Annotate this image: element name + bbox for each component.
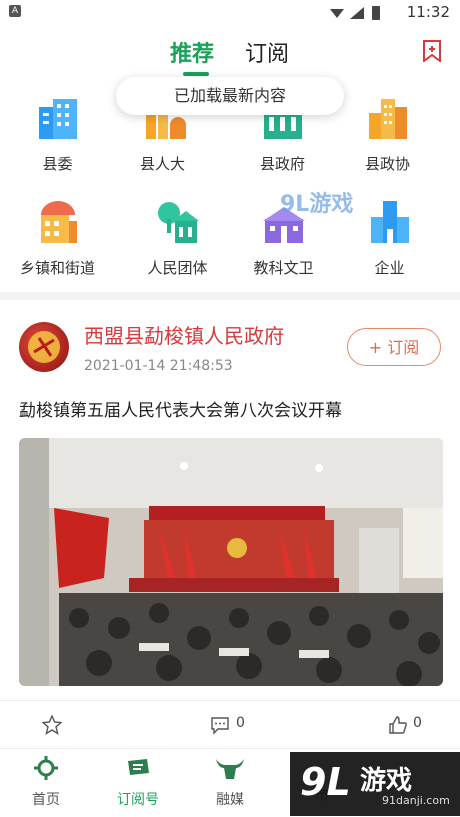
- avatar[interactable]: [19, 322, 69, 372]
- watermark-overlay: 9L 游戏 91danji.com: [290, 752, 460, 816]
- category-towns-streets[interactable]: 乡镇和街道: [0, 199, 115, 278]
- subscribe-button[interactable]: + 订阅: [347, 328, 441, 366]
- section-divider: [0, 292, 460, 300]
- subscription-icon: [128, 759, 149, 775]
- status-bar: A 11:32: [0, 0, 460, 24]
- refresh-toast: 已加载最新内容: [116, 77, 344, 115]
- tab-recommend[interactable]: 推荐: [170, 36, 214, 68]
- nav-home[interactable]: 首页: [0, 755, 92, 809]
- comment-icon[interactable]: [210, 715, 230, 735]
- category-label: 教科文卫: [253, 259, 314, 277]
- clock: 11:32: [406, 3, 450, 21]
- tree-house-green-icon: [157, 202, 199, 243]
- category-label: 县人大: [139, 155, 185, 173]
- comment-count: 0: [236, 715, 245, 731]
- emblem-icon: [28, 331, 60, 363]
- top-tabs: 推荐 订阅: [0, 24, 460, 84]
- home-gear-icon: [34, 756, 58, 780]
- category-peoples-groups[interactable]: 人民团体: [120, 199, 235, 278]
- factory-blue-icon: [370, 201, 409, 243]
- publisher-name[interactable]: 西盟县勐梭镇人民政府: [84, 320, 284, 349]
- watermark-logo: 9L: [300, 760, 351, 804]
- bull-head-icon: [216, 759, 244, 779]
- nav-label: 首页: [32, 792, 60, 808]
- nav-label: 订阅号: [117, 792, 159, 808]
- category-county-committee[interactable]: 县委: [0, 95, 115, 174]
- tab-subscribe[interactable]: 订阅: [245, 36, 289, 68]
- watermark-url: 91danji.com: [382, 794, 450, 807]
- category-label: 县政府: [259, 155, 305, 173]
- tab-indicator: [183, 72, 209, 76]
- post-date: 2021-01-14 21:48:53: [84, 358, 233, 374]
- thumbs-up-icon[interactable]: [388, 715, 408, 735]
- status-icons: [330, 6, 380, 20]
- post-headline[interactable]: 勐梭镇第五届人民代表大会第八次会议开幕: [19, 396, 342, 421]
- nav-media[interactable]: 融媒: [184, 755, 276, 809]
- category-label: 人民团体: [147, 259, 208, 277]
- watermark-mid: 9L游戏: [280, 192, 354, 217]
- post-photo[interactable]: [19, 438, 443, 686]
- category-label: 企业: [374, 259, 405, 277]
- post-actions: 0 0: [0, 700, 460, 749]
- building-blue-icon: [38, 99, 77, 139]
- nav-subscriptions[interactable]: 订阅号: [92, 755, 184, 809]
- notification-icon: A: [9, 5, 21, 17]
- category-label: 乡镇和街道: [19, 259, 95, 277]
- bookmark-add-icon[interactable]: [422, 40, 442, 62]
- category-label: 县委: [42, 155, 73, 173]
- meeting-photo: [19, 438, 443, 686]
- watermark-text: 游戏: [360, 766, 413, 796]
- house-orange-icon: [40, 201, 77, 243]
- category-label: 县政协: [364, 155, 410, 173]
- star-icon[interactable]: [42, 715, 62, 735]
- category-county-cppcc[interactable]: 县政协: [330, 95, 445, 174]
- nav-label: 融媒: [216, 792, 244, 808]
- building-tower-orange-icon: [368, 99, 407, 139]
- like-count: 0: [413, 715, 422, 731]
